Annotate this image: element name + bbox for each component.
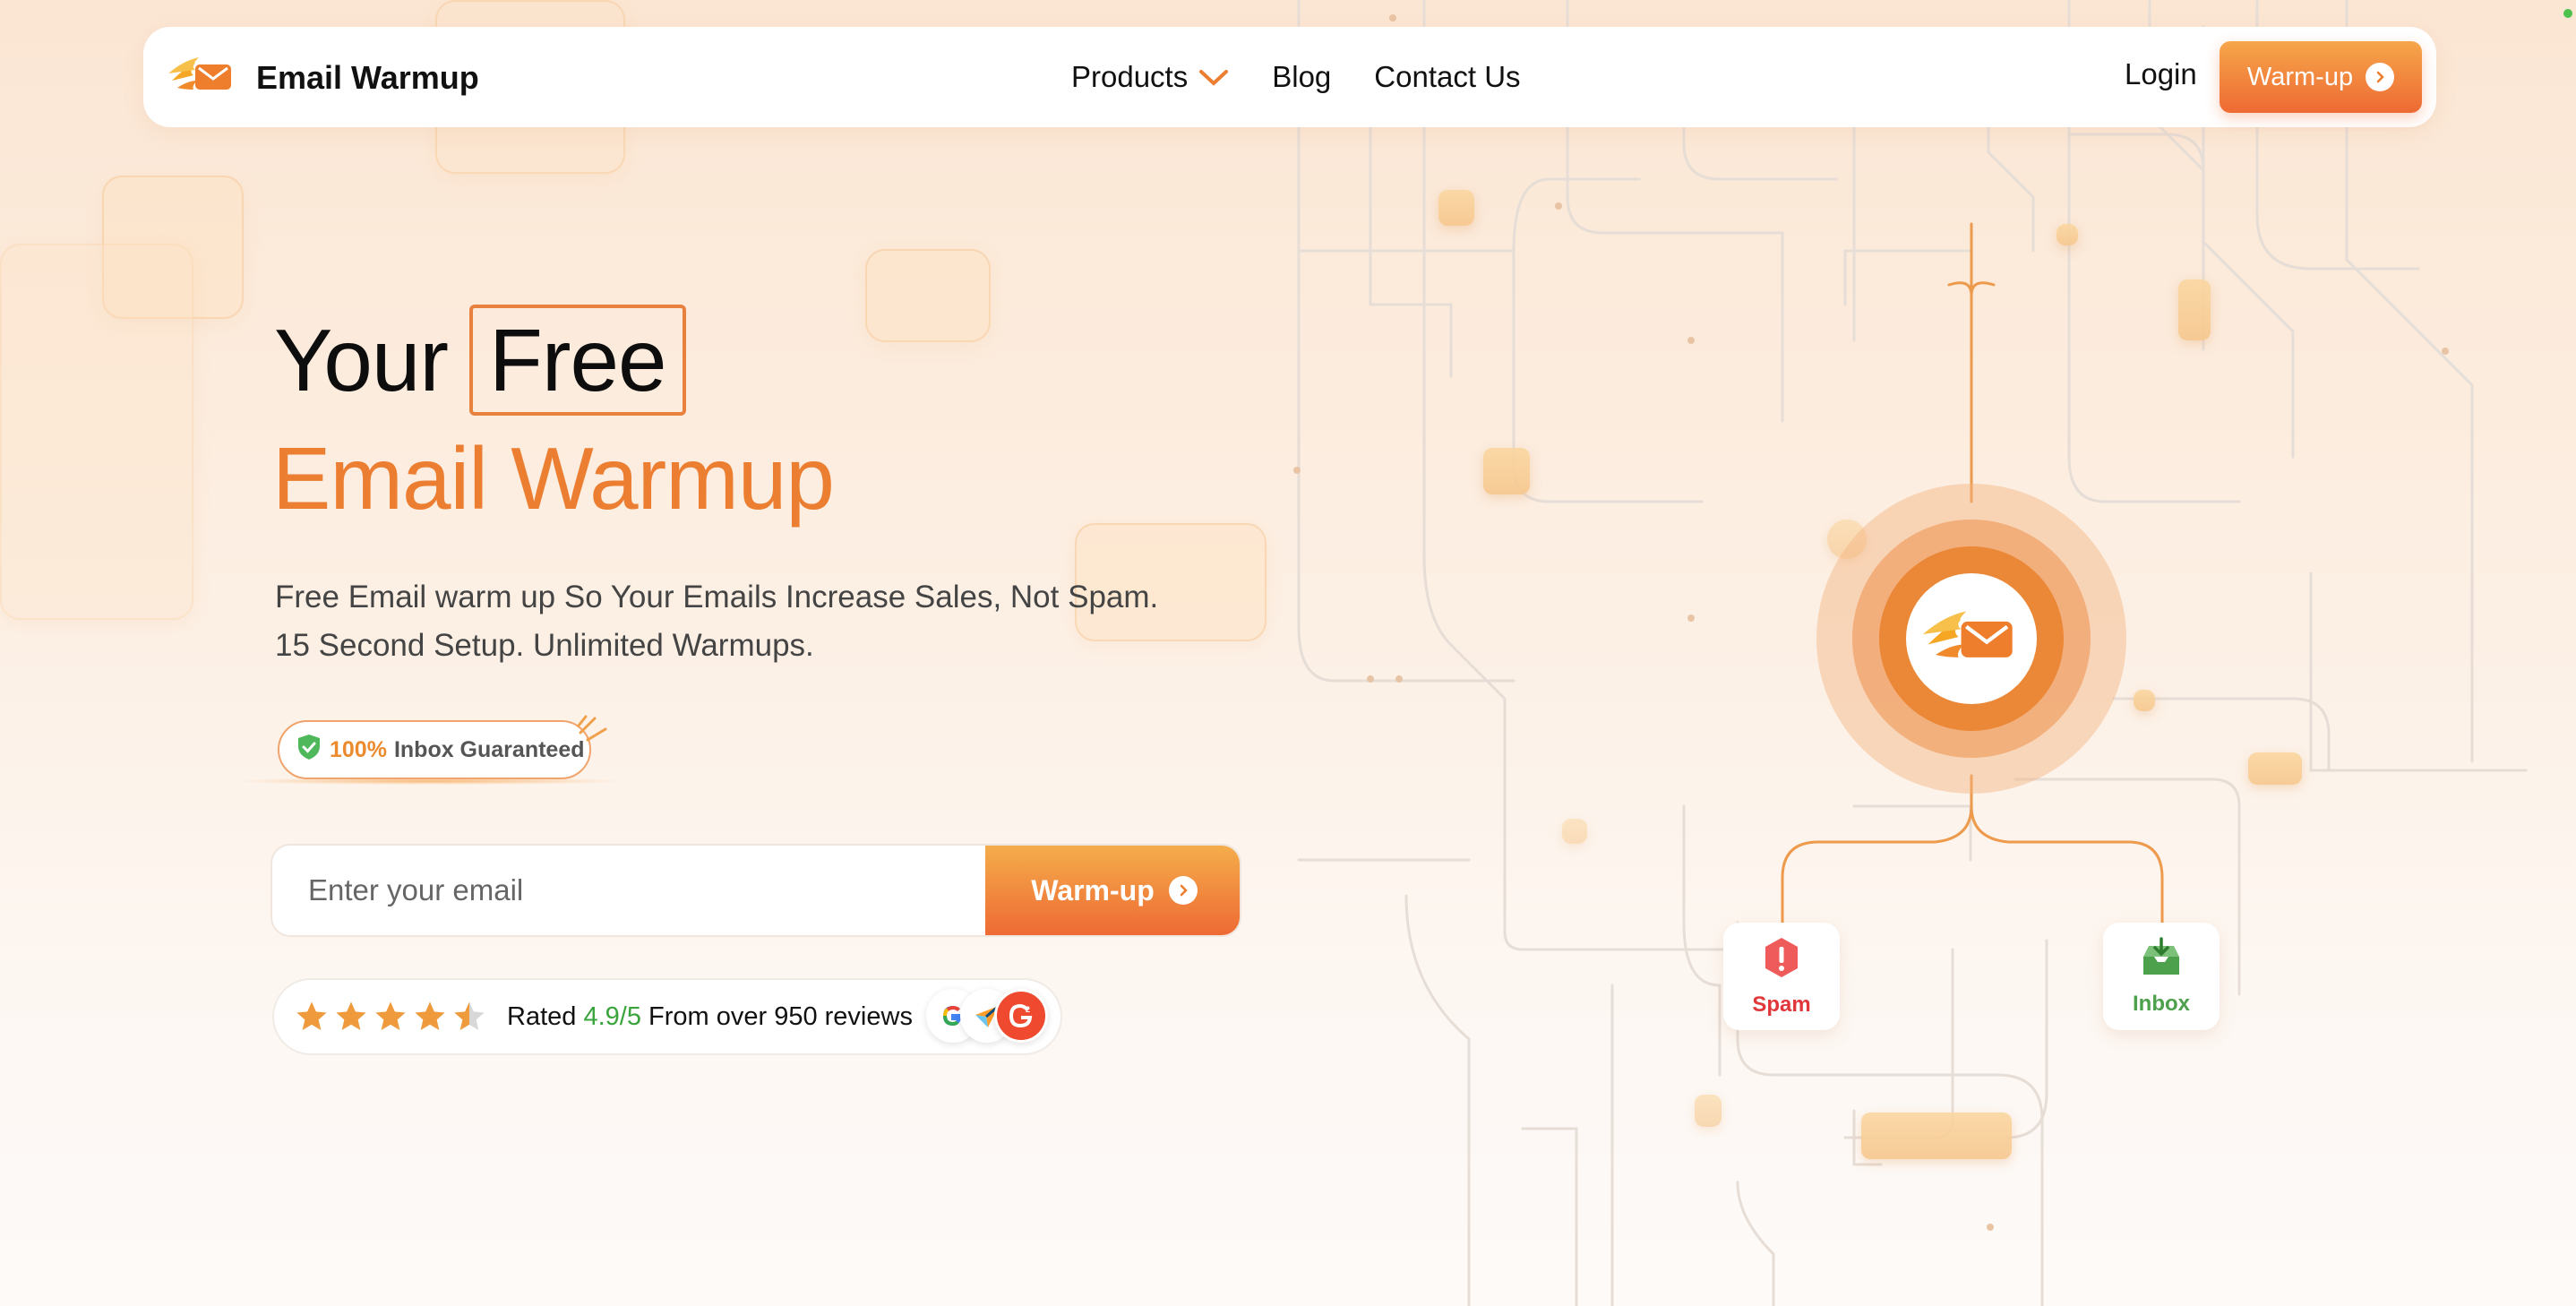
flaming-envelope-icon: [1922, 601, 2021, 677]
inbox-node: Inbox: [2103, 923, 2220, 1030]
email-routing-diagram: [1781, 222, 2164, 924]
hub-logo: [1906, 573, 2037, 704]
warning-icon: [1762, 936, 1801, 985]
spam-node: Spam: [1723, 923, 1840, 1030]
inbox-label: Inbox: [2133, 991, 2190, 1016]
status-dot: [2563, 9, 2572, 18]
inbox-tray-icon: [2140, 936, 2183, 984]
spam-label: Spam: [1752, 992, 1811, 1017]
